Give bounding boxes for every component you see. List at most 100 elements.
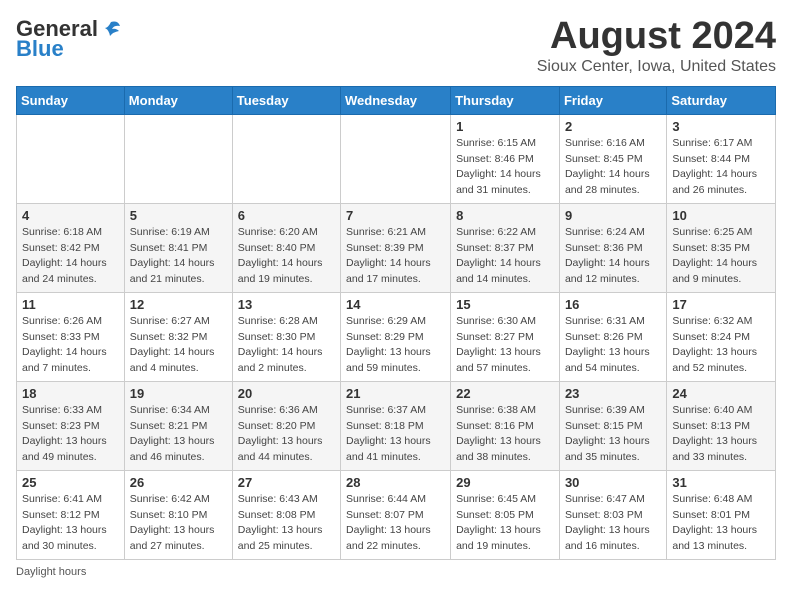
day-number: 27 bbox=[238, 475, 335, 490]
calendar-cell: 7 Sunrise: 6:21 AM Sunset: 8:39 PM Daylig… bbox=[341, 203, 451, 292]
calendar-cell: 2 Sunrise: 6:16 AM Sunset: 8:45 PM Daylig… bbox=[559, 114, 666, 203]
calendar-cell: 20 Sunrise: 6:36 AM Sunset: 8:20 PM Dayli… bbox=[232, 381, 340, 470]
logo: General Blue bbox=[16, 16, 122, 62]
day-detail: Sunrise: 6:22 AM Sunset: 8:37 PM Dayligh… bbox=[456, 225, 554, 288]
calendar-cell: 30Sunrise: 6:47 AM Sunset: 8:03 PM Dayli… bbox=[559, 470, 666, 559]
calendar-weekday-thursday: Thursday bbox=[451, 86, 560, 114]
day-detail: Sunrise: 6:33 AM Sunset: 8:23 PM Dayligh… bbox=[22, 403, 119, 466]
calendar-header-row: SundayMondayTuesdayWednesdayThursdayFrid… bbox=[17, 86, 776, 114]
page-header: General Blue August 2024 Sioux Center, I… bbox=[16, 16, 776, 76]
day-detail: Sunrise: 6:31 AM Sunset: 8:26 PM Dayligh… bbox=[565, 314, 661, 377]
calendar-cell: 18 Sunrise: 6:33 AM Sunset: 8:23 PM Dayli… bbox=[17, 381, 125, 470]
day-number: 23 bbox=[565, 386, 661, 401]
calendar-week-row: 4 Sunrise: 6:18 AM Sunset: 8:42 PM Daylig… bbox=[17, 203, 776, 292]
calendar-cell: 5Sunrise: 6:19 AM Sunset: 8:41 PM Daylig… bbox=[124, 203, 232, 292]
calendar-cell: 15Sunrise: 6:30 AM Sunset: 8:27 PM Dayli… bbox=[451, 292, 560, 381]
day-detail: Sunrise: 6:44 AM Sunset: 8:07 PM Dayligh… bbox=[346, 492, 445, 555]
day-number: 4 bbox=[22, 208, 119, 223]
day-number: 20 bbox=[238, 386, 335, 401]
title-area: August 2024 Sioux Center, Iowa, United S… bbox=[537, 16, 776, 76]
day-detail: Sunrise: 6:41 AM Sunset: 8:12 PM Dayligh… bbox=[22, 492, 119, 555]
day-detail: Sunrise: 6:25 AM Sunset: 8:35 PM Dayligh… bbox=[672, 225, 770, 288]
calendar-cell: 13 Sunrise: 6:28 AM Sunset: 8:30 PM Dayli… bbox=[232, 292, 340, 381]
calendar-weekday-wednesday: Wednesday bbox=[341, 86, 451, 114]
calendar-week-row: 25 Sunrise: 6:41 AM Sunset: 8:12 PM Dayli… bbox=[17, 470, 776, 559]
day-number: 24 bbox=[672, 386, 770, 401]
day-detail: Sunrise: 6:43 AM Sunset: 8:08 PM Dayligh… bbox=[238, 492, 335, 555]
calendar-cell: 25 Sunrise: 6:41 AM Sunset: 8:12 PM Dayli… bbox=[17, 470, 125, 559]
logo-bird-icon bbox=[100, 18, 122, 40]
day-detail: Sunrise: 6:38 AM Sunset: 8:16 PM Dayligh… bbox=[456, 403, 554, 466]
day-number: 5 bbox=[130, 208, 227, 223]
day-detail: Sunrise: 6:27 AM Sunset: 8:32 PM Dayligh… bbox=[130, 314, 227, 377]
day-detail: Sunrise: 6:15 AM Sunset: 8:46 PM Dayligh… bbox=[456, 136, 554, 199]
day-detail: Sunrise: 6:48 AM Sunset: 8:01 PM Dayligh… bbox=[672, 492, 770, 555]
day-number: 25 bbox=[22, 475, 119, 490]
calendar-cell: 14Sunrise: 6:29 AM Sunset: 8:29 PM Dayli… bbox=[341, 292, 451, 381]
day-detail: Sunrise: 6:18 AM Sunset: 8:42 PM Dayligh… bbox=[22, 225, 119, 288]
calendar-cell: 1 Sunrise: 6:15 AM Sunset: 8:46 PM Daylig… bbox=[451, 114, 560, 203]
day-detail: Sunrise: 6:26 AM Sunset: 8:33 PM Dayligh… bbox=[22, 314, 119, 377]
calendar-cell bbox=[341, 114, 451, 203]
calendar-cell bbox=[124, 114, 232, 203]
day-detail: Sunrise: 6:45 AM Sunset: 8:05 PM Dayligh… bbox=[456, 492, 554, 555]
day-detail: Sunrise: 6:16 AM Sunset: 8:45 PM Dayligh… bbox=[565, 136, 661, 199]
day-number: 1 bbox=[456, 119, 554, 134]
day-number: 22 bbox=[456, 386, 554, 401]
calendar-cell: 4 Sunrise: 6:18 AM Sunset: 8:42 PM Daylig… bbox=[17, 203, 125, 292]
calendar-table: SundayMondayTuesdayWednesdayThursdayFrid… bbox=[16, 86, 776, 560]
day-detail: Sunrise: 6:21 AM Sunset: 8:39 PM Dayligh… bbox=[346, 225, 445, 288]
day-number: 18 bbox=[22, 386, 119, 401]
day-number: 7 bbox=[346, 208, 445, 223]
day-number: 28 bbox=[346, 475, 445, 490]
month-title: August 2024 bbox=[537, 16, 776, 58]
calendar-cell: 12 Sunrise: 6:27 AM Sunset: 8:32 PM Dayli… bbox=[124, 292, 232, 381]
day-number: 19 bbox=[130, 386, 227, 401]
calendar-cell: 8 Sunrise: 6:22 AM Sunset: 8:37 PM Daylig… bbox=[451, 203, 560, 292]
day-number: 2 bbox=[565, 119, 661, 134]
calendar-cell: 23 Sunrise: 6:39 AM Sunset: 8:15 PM Dayli… bbox=[559, 381, 666, 470]
calendar-weekday-monday: Monday bbox=[124, 86, 232, 114]
day-number: 12 bbox=[130, 297, 227, 312]
calendar-cell: 19 Sunrise: 6:34 AM Sunset: 8:21 PM Dayli… bbox=[124, 381, 232, 470]
day-number: 8 bbox=[456, 208, 554, 223]
day-number: 10 bbox=[672, 208, 770, 223]
day-detail: Sunrise: 6:29 AM Sunset: 8:29 PM Dayligh… bbox=[346, 314, 445, 377]
calendar-cell bbox=[17, 114, 125, 203]
day-number: 29 bbox=[456, 475, 554, 490]
calendar-cell: 26Sunrise: 6:42 AM Sunset: 8:10 PM Dayli… bbox=[124, 470, 232, 559]
calendar-cell: 21 Sunrise: 6:37 AM Sunset: 8:18 PM Dayli… bbox=[341, 381, 451, 470]
day-number: 31 bbox=[672, 475, 770, 490]
calendar-weekday-friday: Friday bbox=[559, 86, 666, 114]
calendar-weekday-sunday: Sunday bbox=[17, 86, 125, 114]
calendar-week-row: 11 Sunrise: 6:26 AM Sunset: 8:33 PM Dayli… bbox=[17, 292, 776, 381]
calendar-cell: 31 Sunrise: 6:48 AM Sunset: 8:01 PM Dayli… bbox=[667, 470, 776, 559]
calendar-cell bbox=[232, 114, 340, 203]
calendar-cell: 3 Sunrise: 6:17 AM Sunset: 8:44 PM Daylig… bbox=[667, 114, 776, 203]
day-number: 17 bbox=[672, 297, 770, 312]
day-detail: Sunrise: 6:28 AM Sunset: 8:30 PM Dayligh… bbox=[238, 314, 335, 377]
calendar-cell: 22 Sunrise: 6:38 AM Sunset: 8:16 PM Dayli… bbox=[451, 381, 560, 470]
day-detail: Sunrise: 6:30 AM Sunset: 8:27 PM Dayligh… bbox=[456, 314, 554, 377]
logo-blue-text: Blue bbox=[16, 36, 64, 62]
footer-note: Daylight hours bbox=[16, 566, 776, 578]
calendar-cell: 16Sunrise: 6:31 AM Sunset: 8:26 PM Dayli… bbox=[559, 292, 666, 381]
day-number: 3 bbox=[672, 119, 770, 134]
day-number: 13 bbox=[238, 297, 335, 312]
day-detail: Sunrise: 6:24 AM Sunset: 8:36 PM Dayligh… bbox=[565, 225, 661, 288]
day-detail: Sunrise: 6:36 AM Sunset: 8:20 PM Dayligh… bbox=[238, 403, 335, 466]
day-detail: Sunrise: 6:37 AM Sunset: 8:18 PM Dayligh… bbox=[346, 403, 445, 466]
location-title: Sioux Center, Iowa, United States bbox=[537, 58, 776, 76]
calendar-weekday-tuesday: Tuesday bbox=[232, 86, 340, 114]
day-detail: Sunrise: 6:42 AM Sunset: 8:10 PM Dayligh… bbox=[130, 492, 227, 555]
day-number: 11 bbox=[22, 297, 119, 312]
calendar-week-row: 1 Sunrise: 6:15 AM Sunset: 8:46 PM Daylig… bbox=[17, 114, 776, 203]
day-detail: Sunrise: 6:17 AM Sunset: 8:44 PM Dayligh… bbox=[672, 136, 770, 199]
day-detail: Sunrise: 6:34 AM Sunset: 8:21 PM Dayligh… bbox=[130, 403, 227, 466]
calendar-cell: 29 Sunrise: 6:45 AM Sunset: 8:05 PM Dayli… bbox=[451, 470, 560, 559]
day-number: 21 bbox=[346, 386, 445, 401]
calendar-cell: 28 Sunrise: 6:44 AM Sunset: 8:07 PM Dayli… bbox=[341, 470, 451, 559]
day-number: 6 bbox=[238, 208, 335, 223]
day-detail: Sunrise: 6:39 AM Sunset: 8:15 PM Dayligh… bbox=[565, 403, 661, 466]
calendar-cell: 17Sunrise: 6:32 AM Sunset: 8:24 PM Dayli… bbox=[667, 292, 776, 381]
